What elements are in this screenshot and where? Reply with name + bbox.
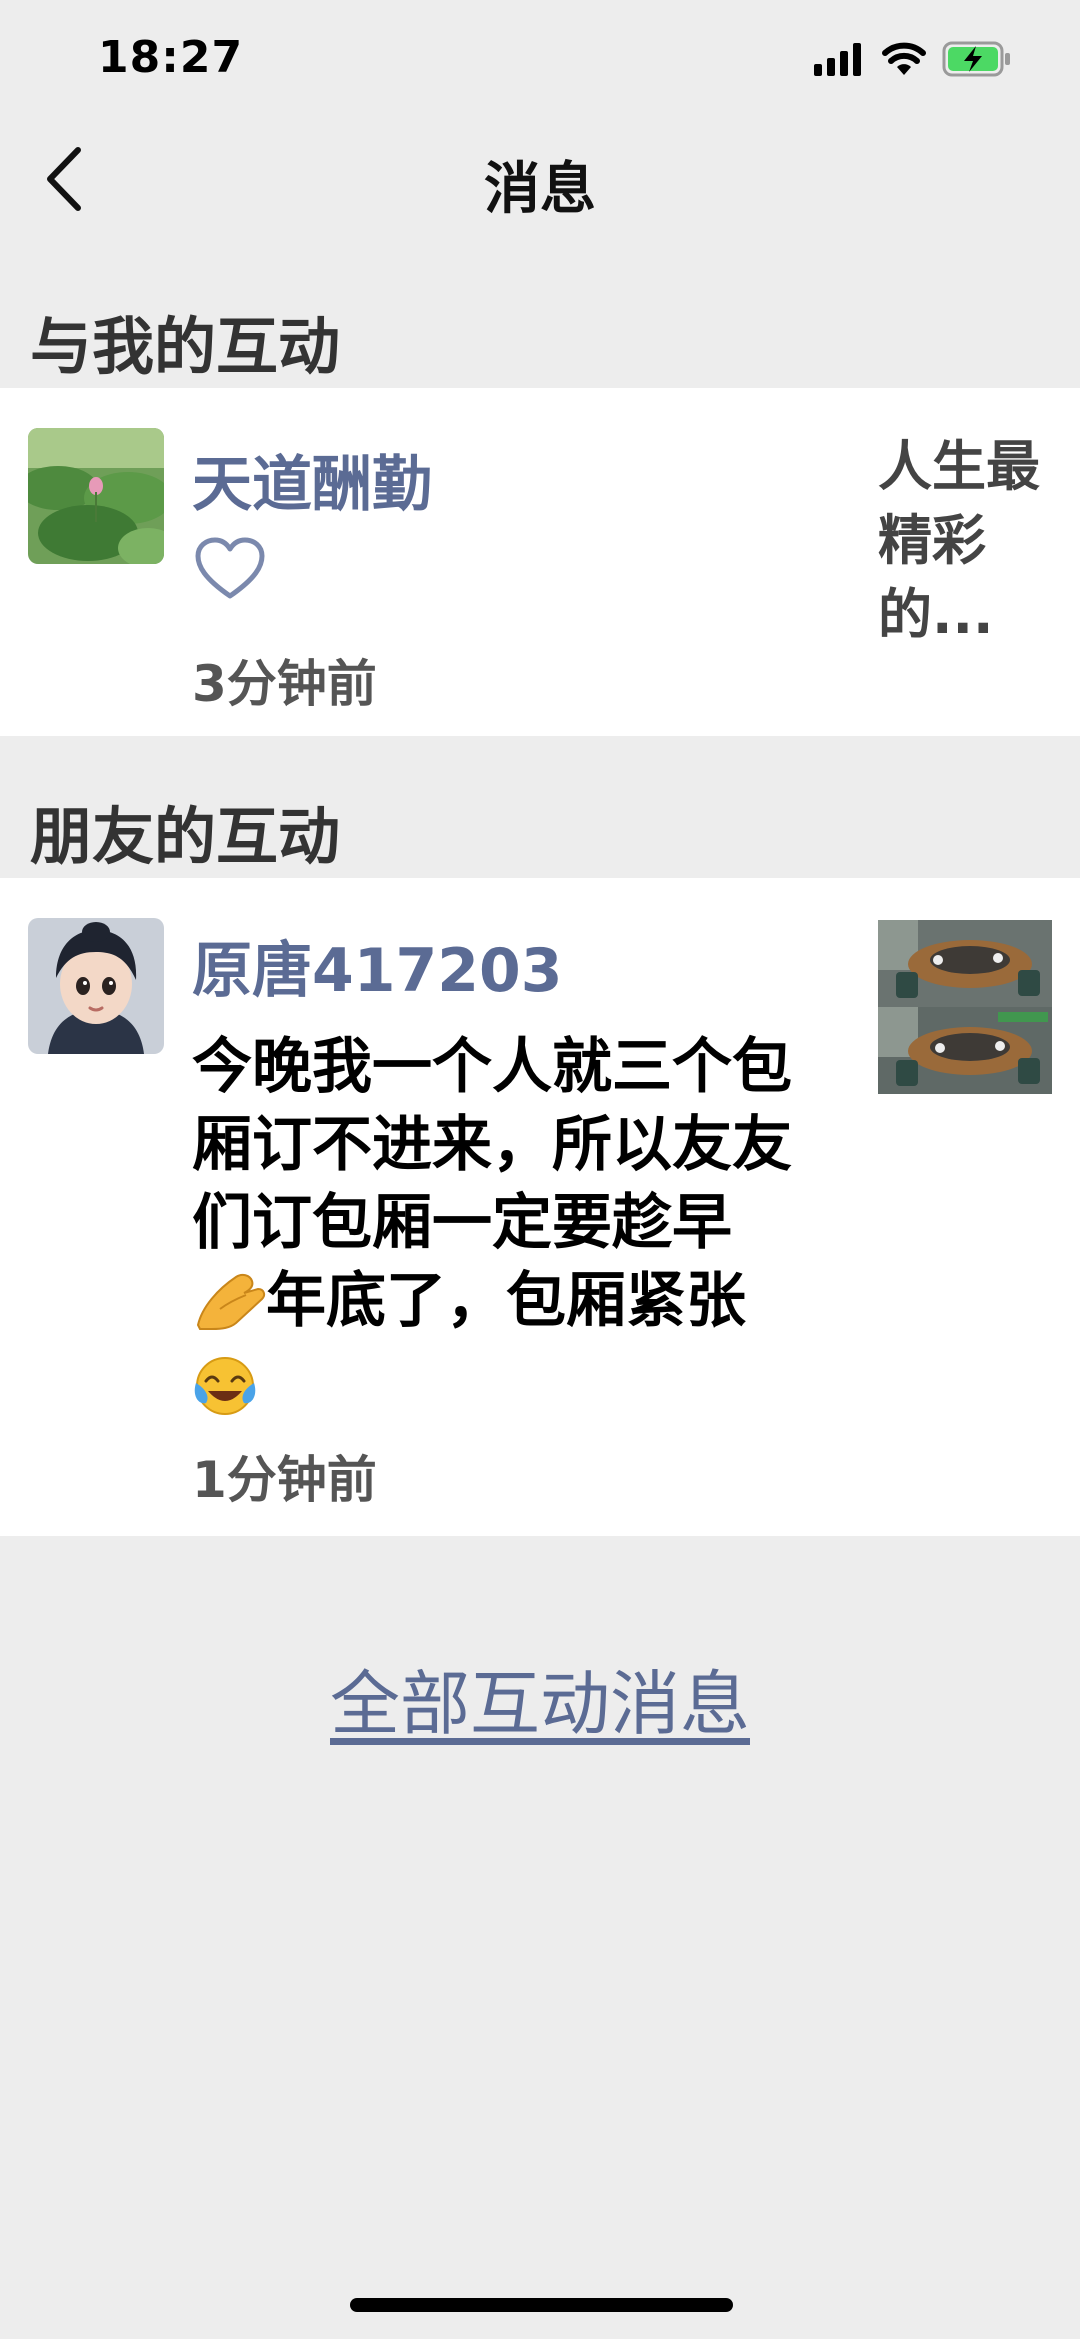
avatar[interactable] bbox=[28, 428, 164, 564]
comment-text: 今晚我一个人就三个包厢订不进来，所以友友们订包厢一定要趁早 年底了，包厢紧张 bbox=[192, 1028, 792, 1438]
wifi-icon bbox=[882, 42, 926, 80]
cellular-signal-icon bbox=[814, 42, 866, 80]
battery-charging-icon bbox=[942, 41, 1012, 81]
post-thumbnail[interactable] bbox=[878, 920, 1052, 1094]
all-interaction-messages-link[interactable]: 全部互动消息 bbox=[0, 1648, 1080, 1749]
comment-text-part: 年底了，包厢紧张 bbox=[266, 1266, 746, 1336]
tears-of-joy-emoji bbox=[192, 1353, 258, 1438]
pinched-fingers-emoji bbox=[192, 1269, 266, 1350]
interaction-item[interactable]: 天道酬勤 3分钟前 人生最精彩的... bbox=[0, 388, 1080, 736]
nickname[interactable]: 天道酬勤 bbox=[192, 436, 432, 523]
section-header-my-interactions: 与我的互动 bbox=[30, 310, 341, 383]
heart-outline-icon bbox=[194, 536, 266, 602]
home-indicator[interactable] bbox=[350, 2298, 733, 2312]
status-bar: 18:27 bbox=[0, 0, 1080, 120]
timestamp: 1分钟前 bbox=[192, 1451, 377, 1509]
nav-bar: 消息 bbox=[0, 120, 1080, 242]
status-time: 18:27 bbox=[98, 32, 244, 83]
comment-text-part: 今晚我一个人就三个包厢订不进来，所以友友们订包厢一定要趁早 bbox=[192, 1032, 792, 1258]
status-icons bbox=[814, 40, 1012, 82]
timestamp: 3分钟前 bbox=[192, 655, 377, 713]
section-header-friend-interactions: 朋友的互动 bbox=[30, 800, 341, 873]
avatar[interactable] bbox=[28, 918, 164, 1054]
page-title: 消息 bbox=[484, 157, 596, 222]
nickname[interactable]: 原唐417203 bbox=[192, 922, 563, 1009]
interaction-item[interactable]: 原唐417203 今晚我一个人就三个包厢订不进来，所以友友们订包厢一定要趁早 年… bbox=[0, 878, 1080, 1536]
post-excerpt[interactable]: 人生最精彩的... bbox=[878, 430, 1058, 652]
